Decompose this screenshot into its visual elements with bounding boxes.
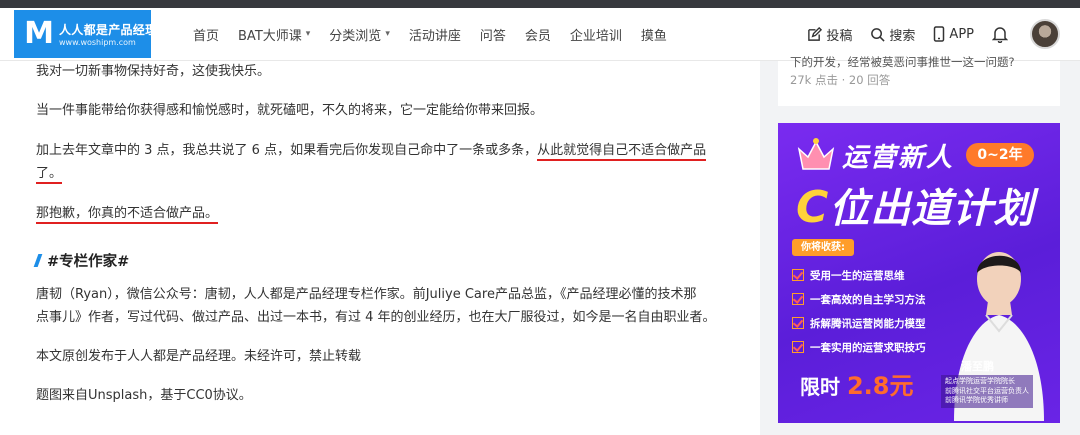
ad-benefits-list: 受用一生的运营思维 一套高效的自主学习方法 拆解腾讯运营岗能力模型 一套实用的运…	[792, 263, 926, 359]
price-prefix: 限时	[800, 375, 840, 399]
phone-icon	[934, 26, 945, 42]
edit-icon	[808, 26, 823, 41]
menu-events-label: 活动讲座	[408, 28, 461, 44]
list-item: 拆解腾讯运营岗能力模型	[792, 311, 926, 335]
underlined-sentence: 那抱歉，你真的不适合做产品。	[36, 206, 219, 224]
heading-accent-bar	[33, 254, 43, 267]
menu-enterprise-training[interactable]: 企业培训	[570, 25, 622, 44]
user-avatar[interactable]	[1030, 19, 1060, 49]
app-label: APP	[949, 26, 974, 42]
bell-icon	[992, 26, 1008, 43]
instructor-desc-line: 前腾讯学院优秀讲师	[945, 396, 1008, 404]
author-bio-line-1: 唐韧（Ryan），微信公众号：唐韧，人人都是产品经理专栏作家。前Juliye C…	[36, 287, 697, 302]
menu-categories-label: 分类浏览	[329, 28, 382, 44]
benefit-text: 拆解腾讯运营岗能力模型	[810, 317, 926, 330]
sidebar-ad-banner[interactable]: 运营新人 0~2年 C位出道计划 你将收获: 受用一生的运营思维 一套高效的自主…	[778, 123, 1060, 423]
app-button[interactable]: APP	[933, 26, 974, 42]
benefit-text: 一套实用的运营求职技巧	[810, 341, 926, 354]
ad-headline-rest: 位出道计划	[829, 186, 1035, 232]
nav-tools: 投稿 搜索 APP	[807, 8, 1080, 60]
menu-categories[interactable]: 分类浏览 ▾	[329, 25, 390, 44]
checkbox-icon	[792, 293, 804, 305]
paragraph-3-continued: 了。	[36, 162, 63, 186]
ad-headline-c: C	[796, 182, 830, 233]
checkbox-icon	[792, 341, 804, 353]
search-icon	[871, 27, 885, 42]
menu-moyu-label: 摸鱼	[640, 28, 667, 44]
instructor-desc-line: 起点学院运营学院院长	[945, 377, 1015, 385]
sidebar-question-card[interactable]: 下的开发，经常被莫恶问事推世一这一问题? 27k 点击 · 20 回答	[778, 55, 1060, 106]
article-body: 我对一切新事物保持好奇，这使我快乐。 当一件事能带给你获得感和愉悦感时，就死磕吧…	[0, 61, 760, 435]
menu-training-label: 企业培训	[569, 28, 622, 44]
menu-moyu[interactable]: 摸鱼	[641, 25, 667, 44]
menu-qa[interactable]: 问答	[480, 25, 506, 44]
browser-top-strip	[0, 0, 1080, 8]
author-bio-line-2: 点事儿》作者，写过代码、做过产品、出过一本书，有过 4 年的创业经历，也在大厂服…	[36, 310, 716, 325]
benefit-text: 一套高效的自主学习方法	[810, 293, 926, 306]
top-navbar: M 人人都是产品经理 www.woshipm.com 首页 BAT大师课 ▾ 分类…	[0, 8, 1080, 61]
chevron-down-icon: ▾	[305, 29, 311, 39]
ad-price: 限时 2.8元	[800, 366, 913, 401]
question-meta: 27k 点击 · 20 回答	[790, 73, 891, 87]
paragraph-3-text: 加上去年文章中的 3 点，我总共说了 6 点，如果看完后你发现自己命中了一条或多…	[36, 143, 538, 158]
chevron-down-icon: ▾	[385, 29, 390, 39]
paragraph-1: 我对一切新事物保持好奇，这使我快乐。	[36, 64, 271, 79]
menu-bat-course[interactable]: BAT大师课 ▾	[238, 25, 310, 44]
search-button[interactable]: 搜索	[870, 25, 915, 44]
list-item: 一套实用的运营求职技巧	[792, 335, 926, 359]
ad-headline: C位出道计划	[796, 176, 1034, 234]
instructor-name: 潘至鹏	[961, 360, 994, 373]
menu-home-label: 首页	[193, 28, 220, 44]
notification-button[interactable]	[992, 26, 1012, 43]
image-credit: 题图来自Unsplash，基于CC0协议。	[36, 388, 252, 403]
paragraph-2: 当一件事能带给你获得感和愉悦感时，就死磕吧，不久的将来，它一定能给你带来回报。	[36, 103, 544, 118]
menu-membership-label: 会员	[524, 28, 551, 44]
underlined-phrase-end: 了。	[36, 166, 63, 184]
underlined-phrase: 从此就觉得自己不适合做产品	[537, 143, 707, 161]
main-menu: 首页 BAT大师课 ▾ 分类浏览 ▾ 活动讲座 问答 会员 企业培训 摸鱼	[193, 8, 686, 60]
instructor-description: 起点学院运营学院院长 前腾讯社交平台运营负责人 前腾讯学院优秀讲师	[941, 375, 1033, 408]
menu-qa-label: 问答	[479, 28, 506, 44]
instructor-desc-line: 前腾讯社交平台运营负责人	[945, 386, 1029, 395]
post-label: 投稿	[826, 28, 853, 44]
question-title: 下的开发，经常被莫恶问事推世一这一问题?	[790, 55, 1015, 69]
logo-url: www.woshipm.com	[59, 38, 136, 47]
paragraph-3: 加上去年文章中的 3 点，我总共说了 6 点，如果看完后你发现自己命中了一条或多…	[36, 139, 707, 163]
ad-badge: 0~2年	[966, 143, 1034, 167]
list-item: 受用一生的运营思维	[792, 263, 926, 287]
ad-gain-label: 你将收获:	[792, 239, 854, 256]
logo-name: 人人都是产品经理	[59, 23, 158, 37]
price-value: 2.8元	[846, 372, 914, 400]
list-item: 一套高效的自主学习方法	[792, 287, 926, 311]
menu-membership[interactable]: 会员	[525, 25, 551, 44]
copyright-notice: 本文原创发布于人人都是产品经理。未经许可，禁止转载	[36, 349, 362, 364]
paragraph-4: 那抱歉，你真的不适合做产品。	[36, 202, 219, 226]
checkbox-icon	[792, 269, 804, 281]
menu-home[interactable]: 首页	[193, 25, 219, 44]
search-label: 搜索	[889, 28, 916, 44]
crown-icon	[797, 138, 835, 170]
menu-bat-label: BAT大师课	[238, 28, 302, 44]
checkbox-icon	[792, 317, 804, 329]
post-button[interactable]: 投稿	[807, 25, 852, 44]
site-logo[interactable]: M 人人都是产品经理 www.woshipm.com	[14, 10, 157, 58]
logo-icon: M	[24, 16, 54, 51]
benefit-text: 受用一生的运营思维	[810, 269, 905, 282]
heading-text: #专栏作家#	[47, 254, 130, 270]
right-scroll-gutter	[1060, 61, 1080, 435]
column-writer-heading: #专栏作家#	[33, 250, 130, 271]
ad-title: 运营新人	[842, 143, 955, 173]
menu-events[interactable]: 活动讲座	[409, 25, 461, 44]
